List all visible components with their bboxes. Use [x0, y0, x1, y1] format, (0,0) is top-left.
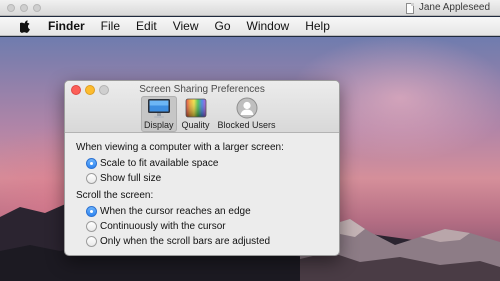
radio-scroll-bars-adjusted[interactable]: Only when the scroll bars are adjusted	[76, 235, 329, 248]
radio-cursor-reaches-edge[interactable]: When the cursor reaches an edge	[76, 205, 329, 218]
menu-bar: Finder File Edit View Go Window Help	[0, 17, 500, 36]
apple-menu-icon[interactable]	[18, 19, 32, 33]
radio-scale-to-fit-label: Scale to fit available space	[100, 158, 219, 169]
screen-sharing-preferences-window: Screen Sharing Preferences Display Quali…	[64, 80, 340, 256]
menu-go[interactable]: Go	[207, 17, 239, 36]
scroll-screen-heading: Scroll the screen:	[76, 190, 154, 201]
radio-button[interactable]	[86, 236, 97, 247]
color-swatch-icon	[184, 97, 208, 119]
menu-file[interactable]: File	[93, 17, 128, 36]
remote-close-button[interactable]	[7, 4, 15, 12]
remote-window-title: Jane Appleseed	[405, 2, 490, 14]
radio-continuously-label: Continuously with the cursor	[100, 221, 226, 232]
tab-blocked-users-label: Blocked Users	[217, 120, 276, 130]
remote-minimize-button[interactable]	[20, 4, 28, 12]
menu-help[interactable]: Help	[297, 17, 338, 36]
radio-button[interactable]	[86, 173, 97, 184]
preferences-content: When viewing a computer with a larger sc…	[65, 133, 339, 248]
preferences-toolbar-area: Screen Sharing Preferences Display Quali…	[65, 81, 339, 133]
radio-button-selected[interactable]	[86, 206, 97, 217]
menu-finder[interactable]: Finder	[40, 17, 93, 36]
radio-show-full-size-label: Show full size	[100, 173, 162, 184]
preferences-title: Screen Sharing Preferences	[139, 84, 265, 95]
menu-edit[interactable]: Edit	[128, 17, 165, 36]
remote-owner-name: Jane Appleseed	[418, 2, 490, 13]
monitor-icon	[147, 97, 171, 119]
remote-zoom-button[interactable]	[33, 4, 41, 12]
radio-cursor-reaches-edge-label: When the cursor reaches an edge	[100, 206, 251, 217]
radio-show-full-size[interactable]: Show full size	[76, 172, 329, 185]
radio-button[interactable]	[86, 221, 97, 232]
menu-window[interactable]: Window	[239, 17, 298, 36]
radio-continuously[interactable]: Continuously with the cursor	[76, 220, 329, 233]
tab-display-label: Display	[144, 120, 174, 130]
larger-screen-heading: When viewing a computer with a larger sc…	[76, 142, 284, 153]
radio-scroll-bars-adjusted-label: Only when the scroll bars are adjusted	[100, 236, 271, 247]
document-icon	[405, 2, 414, 14]
tab-blocked-users[interactable]: Blocked Users	[215, 96, 279, 132]
user-silhouette-icon	[235, 97, 259, 119]
tab-quality[interactable]: Quality	[179, 96, 213, 132]
radio-scale-to-fit[interactable]: Scale to fit available space	[76, 157, 329, 170]
remote-window-titlebar[interactable]: Jane Appleseed	[0, 0, 500, 16]
preferences-toolbar: Display Quality Blocked Users	[141, 96, 279, 132]
tab-quality-label: Quality	[181, 120, 210, 130]
tab-display[interactable]: Display	[141, 96, 177, 132]
menu-view[interactable]: View	[165, 17, 207, 36]
radio-button-selected[interactable]	[86, 158, 97, 169]
